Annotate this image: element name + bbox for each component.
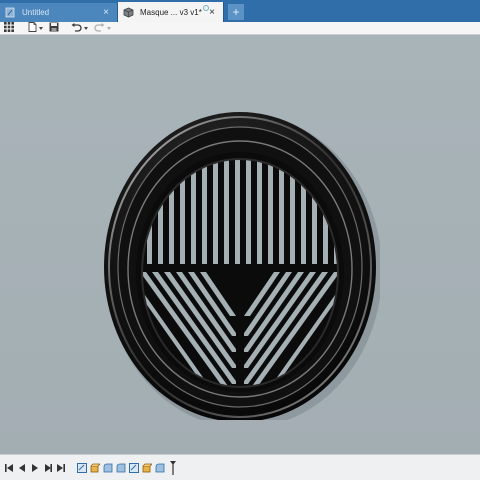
file-menu-icon bbox=[28, 22, 37, 34]
timeline-feature-fillet[interactable] bbox=[103, 463, 113, 473]
history-timeline bbox=[0, 454, 480, 480]
tab-label: Untitled bbox=[22, 8, 50, 17]
next-step-icon bbox=[44, 463, 52, 472]
vented-circular-cover[interactable] bbox=[100, 100, 380, 420]
fillet-feature-icon bbox=[103, 463, 113, 472]
undo-icon bbox=[71, 22, 82, 34]
fillet-feature-icon bbox=[116, 463, 126, 472]
sketch-document-icon bbox=[4, 7, 16, 19]
sync-status-icon bbox=[203, 5, 209, 11]
file-menu-button[interactable] bbox=[28, 22, 43, 34]
quick-access-toolbar bbox=[0, 22, 480, 35]
first-step-button[interactable] bbox=[4, 463, 13, 473]
grid-menu-button[interactable] bbox=[4, 22, 14, 34]
component-document-icon bbox=[122, 6, 134, 18]
last-step-icon bbox=[56, 463, 65, 472]
play-button[interactable] bbox=[30, 463, 39, 473]
first-step-icon bbox=[4, 463, 13, 472]
chevron-down-icon bbox=[107, 26, 111, 30]
close-tab-icon[interactable]: × bbox=[101, 7, 111, 18]
extrude-feature-icon bbox=[90, 463, 100, 472]
play-icon bbox=[31, 463, 38, 472]
sketch-feature-icon bbox=[129, 462, 139, 473]
save-icon bbox=[49, 22, 59, 34]
timeline-feature-extrude[interactable] bbox=[142, 463, 152, 473]
previous-step-icon bbox=[18, 463, 25, 472]
tab-masque[interactable]: Masque ... v3 v1* × bbox=[118, 2, 224, 22]
fillet-feature-icon bbox=[155, 463, 165, 472]
tab-untitled[interactable]: Untitled × bbox=[0, 3, 118, 22]
next-step-button[interactable] bbox=[43, 463, 52, 473]
timeline-feature-sketch[interactable] bbox=[129, 462, 139, 473]
chevron-down-icon bbox=[84, 26, 88, 30]
tab-label: Masque ... v3 v1* bbox=[140, 7, 202, 17]
sketch-feature-icon bbox=[77, 462, 87, 473]
timeline-feature-fillet[interactable] bbox=[155, 463, 165, 473]
timeline-marker-icon bbox=[170, 460, 176, 475]
undo-button[interactable] bbox=[71, 22, 88, 34]
timeline-feature-sketch[interactable] bbox=[77, 462, 87, 473]
redo-button[interactable] bbox=[94, 22, 111, 34]
previous-step-button[interactable] bbox=[17, 463, 26, 473]
model-viewport[interactable] bbox=[0, 35, 480, 454]
grid-menu-icon bbox=[4, 22, 14, 34]
save-button[interactable] bbox=[49, 22, 59, 34]
chevron-down-icon bbox=[39, 26, 43, 30]
extrude-feature-icon bbox=[142, 463, 152, 472]
timeline-feature-extrude[interactable] bbox=[90, 463, 100, 473]
document-tab-bar: Untitled × Masque ... v3 v1* × + bbox=[0, 0, 480, 22]
new-tab-button[interactable]: + bbox=[228, 4, 244, 20]
timeline-marker[interactable] bbox=[170, 460, 176, 475]
last-step-button[interactable] bbox=[56, 463, 65, 473]
timeline-feature-fillet[interactable] bbox=[116, 463, 126, 473]
redo-icon bbox=[94, 22, 105, 34]
tab-strip: Untitled × Masque ... v3 v1* × + bbox=[0, 2, 244, 22]
